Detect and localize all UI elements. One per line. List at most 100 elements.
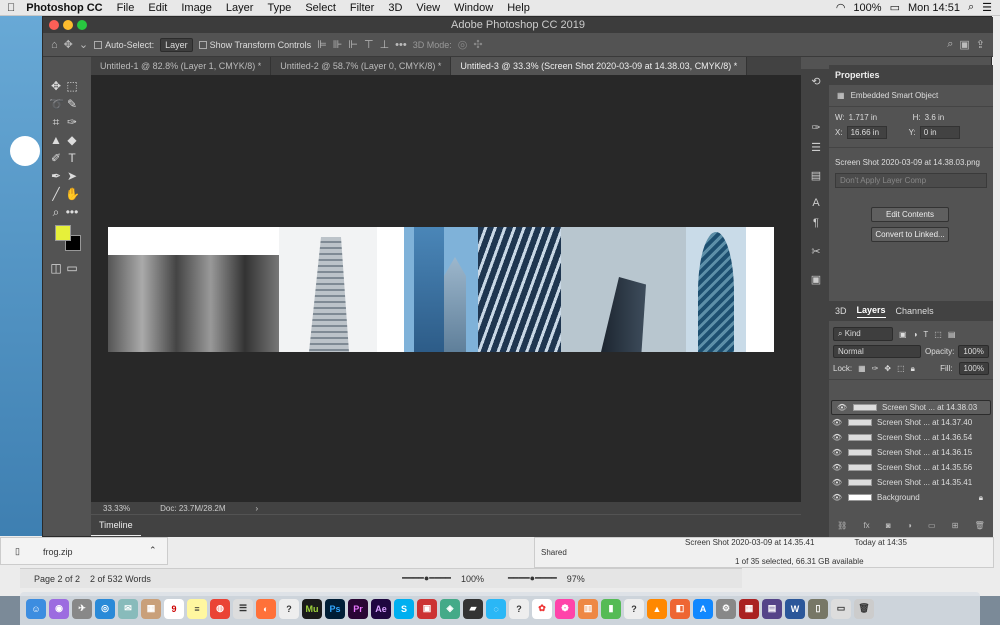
battery-label[interactable]: 100% — [853, 2, 881, 14]
fx-icon[interactable]: fx — [863, 521, 869, 530]
canvas-area[interactable] — [91, 75, 801, 502]
eraser-tool-icon[interactable]: ◆ — [65, 133, 79, 147]
tab-untitled-1[interactable]: Untitled-1 @ 82.8% (Layer 1, CMYK/8) * — [91, 57, 272, 75]
menu-file[interactable]: File — [110, 2, 142, 14]
history-icon[interactable]: ⟲ — [809, 75, 823, 89]
zoom-level[interactable]: 33.33% — [103, 504, 130, 513]
messages-icon[interactable]: ◌ — [486, 598, 506, 619]
photos-icon[interactable]: ✿ — [532, 598, 552, 619]
properties-title[interactable]: Properties — [829, 65, 993, 85]
apple-icon[interactable]:  — [0, 2, 22, 14]
search-icon[interactable]: ⌕ — [968, 1, 974, 14]
brush-tool-icon[interactable]: ✑ — [65, 115, 79, 129]
app-store-icon[interactable]: A — [693, 598, 713, 619]
share-icon[interactable]: ⇪ — [976, 38, 993, 51]
align-left-icon[interactable]: ⊫ — [317, 38, 327, 51]
more-options-icon[interactable]: ••• — [395, 39, 407, 51]
minimize-window-button[interactable] — [63, 20, 73, 30]
eye-icon[interactable]: 👁︎ — [831, 448, 843, 457]
menu-select[interactable]: Select — [298, 2, 343, 14]
photo-building-5[interactable] — [561, 227, 686, 352]
align-right-icon[interactable]: ⊩ — [348, 38, 358, 51]
zoom-window-button[interactable] — [77, 20, 87, 30]
safari-icon[interactable]: ◎ — [95, 598, 115, 619]
edit-contents-button[interactable]: Edit Contents — [871, 207, 949, 222]
menu-view[interactable]: View — [409, 2, 447, 14]
reminders-icon[interactable]: ☰ — [233, 598, 253, 619]
calendar-icon[interactable]: 9 — [164, 598, 184, 619]
lock-paint-icon[interactable]: ✑ — [872, 364, 879, 373]
chevron-up-icon[interactable]: ⌃ — [149, 545, 157, 556]
photo-booth-icon[interactable]: ▣ — [417, 598, 437, 619]
layer-row[interactable]: 👁︎ Screen Shot ... at 14.35.56 — [831, 460, 991, 475]
mail-icon[interactable]: ✉ — [118, 598, 138, 619]
downloads-stack-icon[interactable]: ▯ — [808, 598, 828, 619]
battery-icon[interactable]: ▭ — [890, 1, 900, 14]
photo-building-4[interactable] — [478, 227, 561, 352]
download-file-name[interactable]: frog.zip — [43, 547, 73, 557]
google-plus-icon[interactable] — [10, 136, 40, 166]
height-value[interactable]: 3.6 in — [925, 113, 945, 122]
character-icon[interactable]: A — [809, 197, 823, 211]
menu-filter[interactable]: Filter — [343, 2, 381, 14]
lock-pixels-icon[interactable]: ▦ — [858, 364, 866, 373]
contacts-icon[interactable]: ▦ — [141, 598, 161, 619]
history-brush-icon[interactable]: ✐ — [49, 151, 63, 165]
books-icon[interactable]: ▥ — [578, 598, 598, 619]
delete-layer-icon[interactable]: 🗑︎ — [975, 521, 985, 530]
layer-row[interactable]: 👁︎ Screen Shot ... at 14.36.15 — [831, 445, 991, 460]
zoom-slider[interactable]: ━━━━●━━━━ — [402, 573, 451, 584]
eye-icon[interactable]: 👁︎ — [831, 478, 843, 487]
move-tool-icon[interactable]: ✥ — [49, 79, 63, 93]
adjustments-icon[interactable]: ☰ — [809, 141, 823, 155]
move-tool-icon[interactable]: ✥ — [64, 38, 73, 51]
photo-building-2[interactable] — [279, 227, 377, 352]
ibooks-icon[interactable]: ◧ — [670, 598, 690, 619]
eye-icon[interactable]: 👁︎ — [831, 418, 843, 427]
eye-icon[interactable]: 👁︎ — [831, 463, 843, 472]
menu-type[interactable]: Type — [260, 2, 298, 14]
pen-tool-icon[interactable]: ✒ — [49, 169, 63, 183]
tab-untitled-3[interactable]: Untitled-3 @ 33.3% (Screen Shot 2020-03-… — [451, 57, 748, 75]
filter-shape-icon[interactable]: ⬚ — [934, 330, 942, 339]
new-layer-icon[interactable]: ⊞ — [952, 521, 959, 530]
tab-untitled-2[interactable]: Untitled-2 @ 58.7% (Layer 0, CMYK/8) * — [271, 57, 452, 75]
menu-layer[interactable]: Layer — [219, 2, 261, 14]
trash-icon[interactable]: 🗑︎ — [854, 598, 874, 619]
3d-orbit-icon[interactable]: ◎ — [458, 38, 468, 51]
hand-tool-icon[interactable]: ✋ — [65, 187, 80, 201]
lock-position-icon[interactable]: ✥ — [884, 364, 891, 373]
status-menu-arrow[interactable]: › — [256, 504, 259, 513]
marquee-tool-icon[interactable]: ⬚ — [65, 79, 79, 93]
artboard-icon[interactable]: ▣ — [809, 273, 823, 287]
finder-icon[interactable]: ☺ — [26, 598, 46, 619]
home-icon[interactable]: ⌂ — [51, 39, 58, 51]
quick-mask-icon[interactable]: ◫ — [49, 261, 63, 275]
after-effects-icon[interactable]: Ae — [371, 598, 391, 619]
gallery-icon[interactable]: ▤ — [762, 598, 782, 619]
filter-smart-icon[interactable]: ▤ — [948, 330, 956, 339]
auto-select-dropdown[interactable]: Layer — [160, 37, 193, 52]
photos-app-icon[interactable]: ❁ — [555, 598, 575, 619]
vlc-icon[interactable]: ▲ — [647, 598, 667, 619]
opacity-field[interactable]: 100% — [958, 345, 989, 358]
help-icon[interactable]: ? — [279, 598, 299, 619]
tools-icon[interactable]: ✂ — [809, 245, 823, 259]
lasso-tool-icon[interactable]: ➰ — [49, 97, 64, 111]
crop-tool-icon[interactable]: ⌗ — [49, 115, 63, 129]
quick-select-tool-icon[interactable]: ✎ — [65, 97, 79, 111]
photo-building-1[interactable] — [108, 255, 279, 352]
tab-3d[interactable]: 3D — [835, 306, 847, 316]
tab-channels[interactable]: Channels — [896, 306, 934, 316]
stamp-tool-icon[interactable]: ▲ — [49, 133, 63, 147]
firefox-icon[interactable]: ◐ — [256, 598, 276, 619]
menu-help[interactable]: Help — [500, 2, 537, 14]
eye-icon[interactable]: 👁︎ — [831, 433, 843, 442]
align-middle-icon[interactable]: ⊥ — [380, 38, 390, 51]
photo-building-6[interactable] — [686, 227, 746, 352]
align-center-icon[interactable]: ⊪ — [333, 38, 343, 51]
clock[interactable]: Mon 14:51 — [908, 2, 960, 14]
notes-icon[interactable]: ≡ — [187, 598, 207, 619]
image-capture-icon[interactable]: ◈ — [440, 598, 460, 619]
tab-layers[interactable]: Layers — [856, 305, 886, 318]
